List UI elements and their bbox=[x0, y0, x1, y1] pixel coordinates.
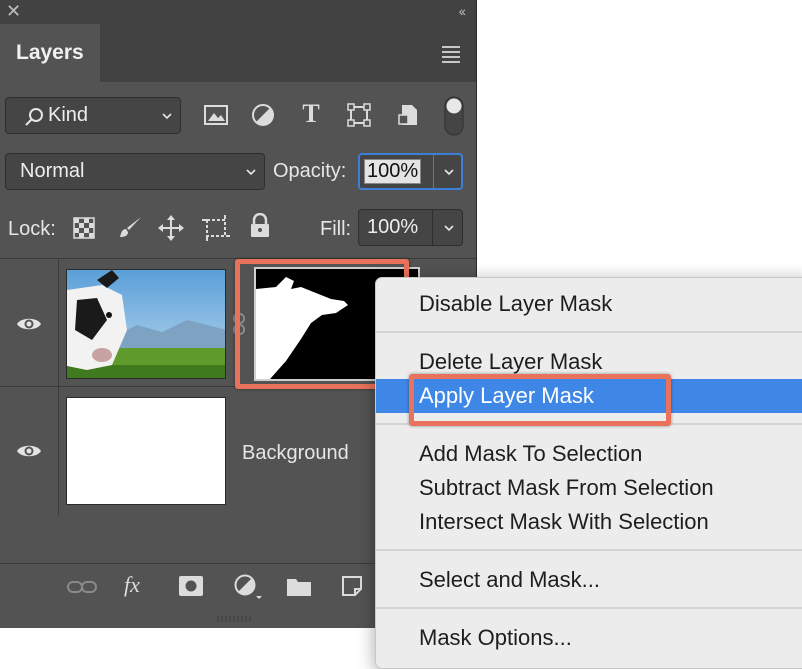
lock-all-icon[interactable] bbox=[249, 213, 271, 239]
close-icon[interactable]: ✕ bbox=[6, 2, 21, 20]
menu-item-subtract-mask-from-selection[interactable]: Subtract Mask From Selection bbox=[376, 471, 802, 505]
fill-value[interactable]: 100% bbox=[367, 216, 418, 239]
layer-thumbnail-cow[interactable] bbox=[66, 269, 226, 379]
filter-pixel-icon[interactable] bbox=[203, 104, 229, 126]
opacity-field[interactable]: 100% bbox=[358, 153, 463, 190]
menu-item-intersect-mask-with-selection[interactable]: Intersect Mask With Selection bbox=[376, 505, 802, 539]
chevron-down-icon[interactable] bbox=[444, 167, 454, 177]
fx-icon[interactable]: fx bbox=[124, 572, 140, 598]
new-layer-icon[interactable] bbox=[340, 574, 364, 598]
menu-item-add-mask-to-selection[interactable]: Add Mask To Selection bbox=[376, 437, 802, 471]
layer-mask-context-menu: Disable Layer Mask Delete Layer Mask App… bbox=[375, 277, 802, 669]
search-icon bbox=[25, 108, 43, 126]
blend-mode-select[interactable]: Normal bbox=[5, 153, 265, 190]
filter-kind-value: Kind bbox=[48, 104, 89, 126]
add-mask-icon[interactable] bbox=[178, 575, 204, 597]
chevron-down-icon bbox=[162, 112, 172, 119]
menu-item-disable-layer-mask[interactable]: Disable Layer Mask bbox=[376, 287, 802, 321]
layer-name-background[interactable]: Background bbox=[242, 442, 349, 465]
filter-adjustment-icon[interactable] bbox=[251, 103, 275, 127]
filter-toggle-switch[interactable] bbox=[444, 96, 464, 136]
lock-label: Lock: bbox=[8, 218, 56, 240]
lock-transparent-pixels-icon[interactable] bbox=[73, 217, 95, 239]
filter-type-icon[interactable]: T bbox=[296, 100, 326, 130]
fill-label: Fill: bbox=[320, 218, 352, 240]
collapse-icon[interactable]: ‹‹ bbox=[459, 3, 466, 19]
lock-position-icon[interactable] bbox=[158, 215, 184, 241]
panel-titlebar: ✕ ‹‹ bbox=[0, 0, 476, 24]
opacity-value[interactable]: 100% bbox=[364, 159, 422, 184]
resize-grip[interactable] bbox=[216, 616, 256, 622]
new-group-folder-icon[interactable] bbox=[286, 575, 312, 597]
lock-image-pixels-icon[interactable] bbox=[117, 215, 143, 241]
filter-shape-icon[interactable] bbox=[347, 103, 371, 127]
blend-mode-value: Normal bbox=[20, 160, 85, 182]
cow-photo bbox=[67, 270, 225, 378]
filter-kind-select[interactable]: Kind bbox=[5, 97, 181, 134]
layer-thumbnail-background[interactable] bbox=[66, 397, 226, 505]
fill-field[interactable]: 100% bbox=[358, 209, 463, 246]
panel-menu-icon[interactable] bbox=[442, 46, 460, 66]
apply-mask-highlight bbox=[409, 374, 671, 426]
new-adjustment-layer-icon[interactable] bbox=[234, 574, 264, 600]
tab-layers[interactable]: Layers bbox=[0, 24, 100, 82]
tab-row: Layers bbox=[0, 24, 476, 82]
visibility-eye-icon[interactable] bbox=[16, 315, 42, 333]
opacity-label: Opacity: bbox=[273, 160, 347, 182]
menu-item-select-and-mask[interactable]: Select and Mask... bbox=[376, 563, 802, 597]
chevron-down-icon bbox=[246, 168, 256, 175]
chevron-down-icon[interactable] bbox=[444, 223, 454, 233]
link-layers-icon[interactable] bbox=[67, 579, 97, 595]
filter-smart-object-icon[interactable] bbox=[396, 103, 420, 127]
menu-item-mask-options[interactable]: Mask Options... bbox=[376, 621, 802, 655]
visibility-eye-icon[interactable] bbox=[16, 442, 42, 460]
lock-artboard-icon[interactable] bbox=[202, 215, 230, 241]
